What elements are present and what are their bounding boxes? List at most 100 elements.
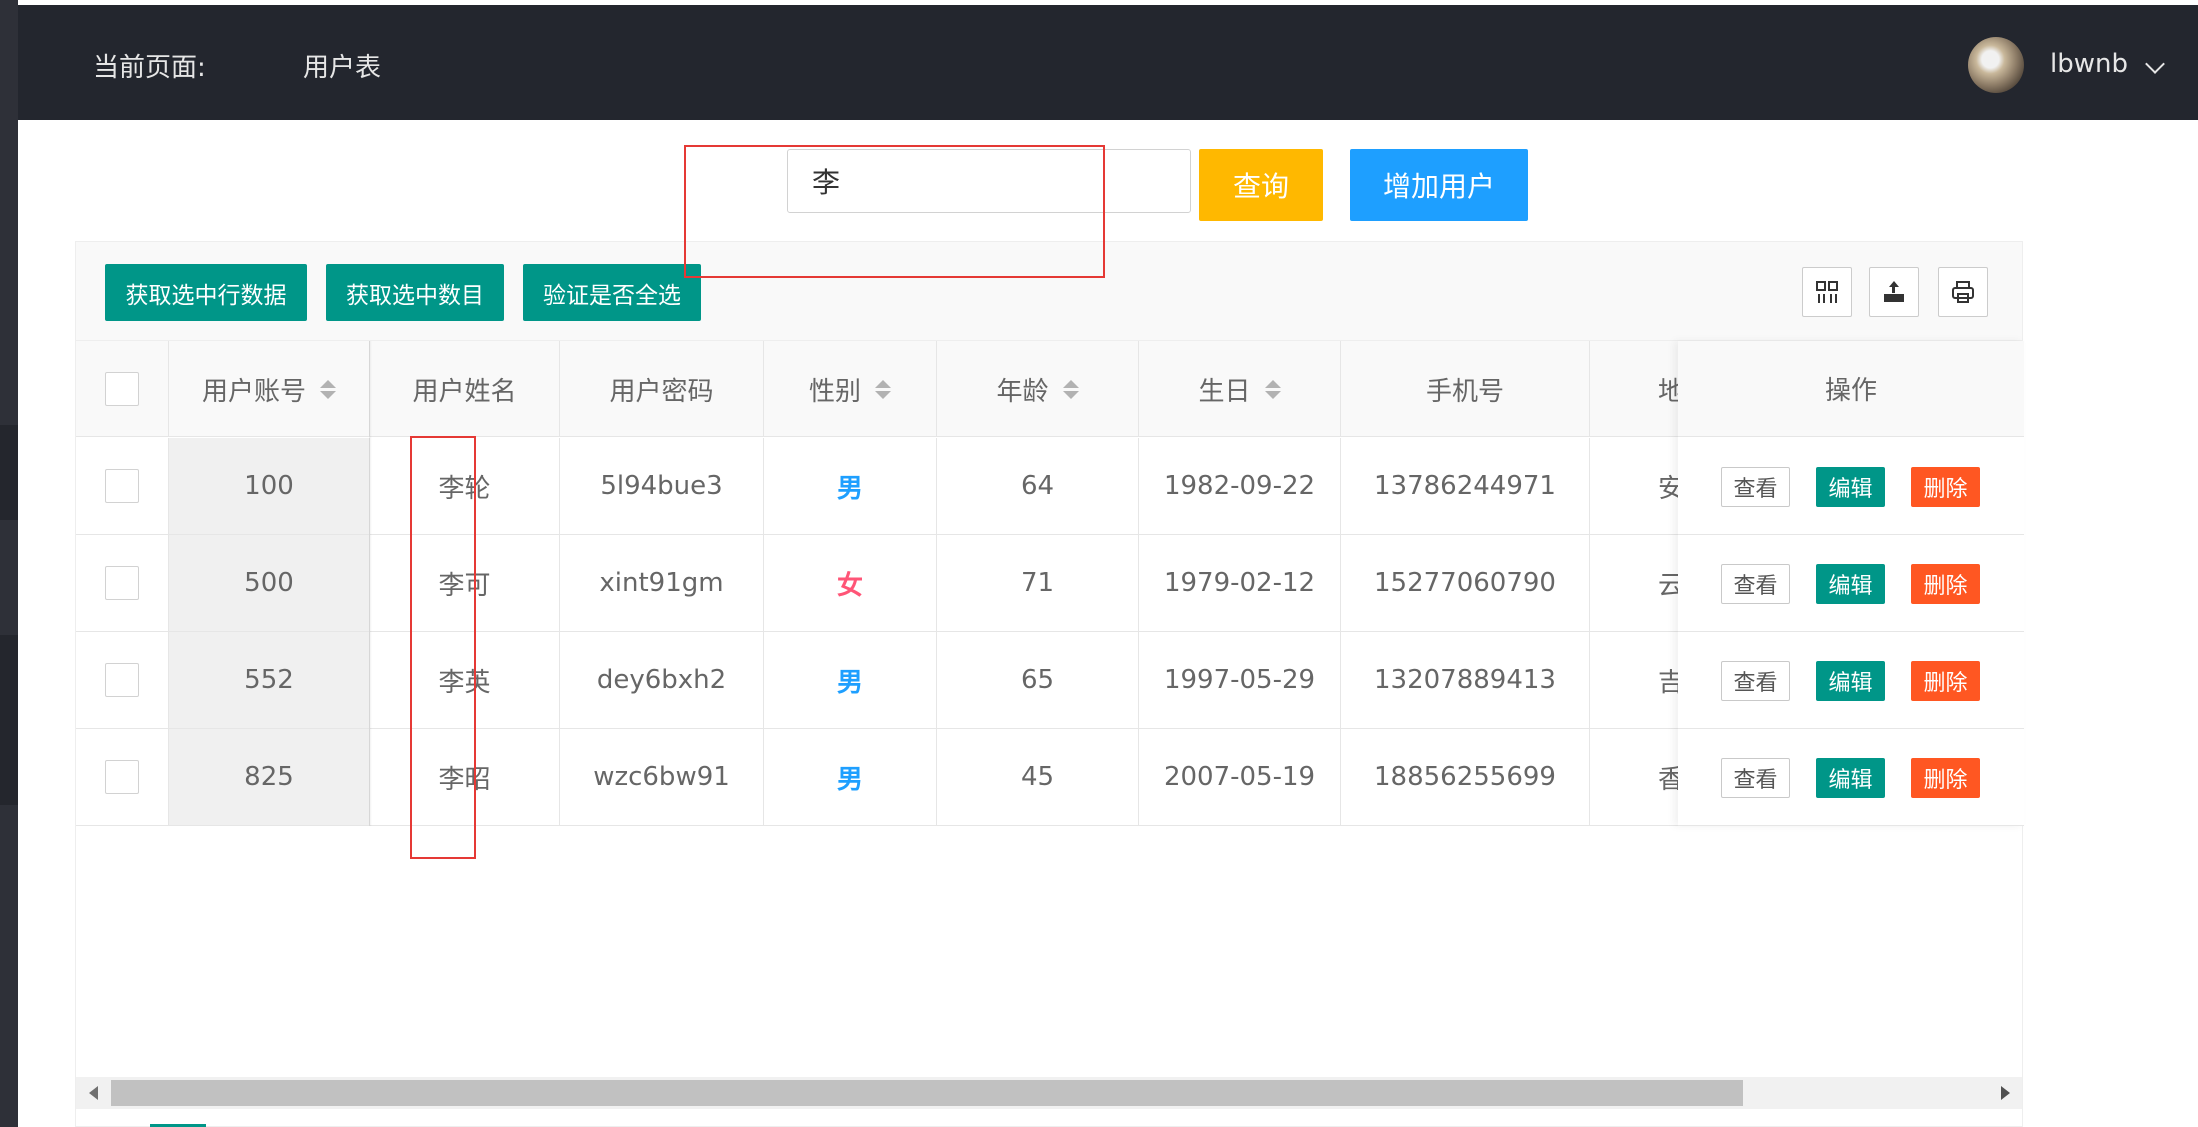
row-select-cell	[76, 632, 169, 728]
cell-password: 5l94bue3	[560, 438, 764, 534]
check-all-selected-button[interactable]: 验证是否全选	[523, 264, 701, 321]
sort-icon[interactable]	[875, 379, 891, 399]
get-selected-rows-button[interactable]: 获取选中行数据	[105, 264, 307, 321]
cell-birthday: 2007-05-19	[1139, 729, 1341, 825]
table-toolbar: 获取选中行数据 获取选中数目 验证是否全选	[76, 242, 2022, 341]
row-checkbox[interactable]	[105, 469, 139, 503]
cell-password: dey6bxh2	[560, 632, 764, 728]
fixed-actions-column: 操作 查看 编辑 删除 查看 编辑 删除 查看 编辑 删除 查看 编辑 删除	[1678, 341, 2024, 826]
cell-age: 64	[937, 438, 1139, 534]
column-header-phone: 手机号	[1341, 341, 1590, 437]
select-all-cell	[76, 341, 169, 437]
actions-cell: 查看 编辑 删除	[1678, 632, 2024, 729]
column-header-label: 手机号	[1425, 376, 1504, 407]
sidebar-shade	[0, 425, 18, 520]
column-header-label: 性别	[808, 376, 861, 407]
gender-label: 女	[836, 570, 863, 601]
gender-label: 男	[836, 473, 863, 504]
search-input[interactable]	[787, 149, 1191, 213]
cell-age: 45	[937, 729, 1139, 825]
fixed-column-shadow	[369, 341, 372, 826]
cell-account: 500	[169, 535, 370, 631]
sort-icon[interactable]	[1062, 379, 1079, 399]
column-header-age[interactable]: 年龄	[937, 341, 1139, 437]
cell-phone: 18856255699	[1341, 729, 1590, 825]
delete-button[interactable]: 删除	[1911, 467, 1980, 507]
cell-account: 825	[169, 729, 370, 825]
top-header: 当前页面: 用户表 lbwnb	[18, 5, 2198, 120]
column-header-label: 年龄	[996, 376, 1049, 407]
cell-account: 552	[169, 632, 370, 728]
cell-address: 云	[1658, 570, 1685, 601]
cell-address: 安	[1658, 473, 1685, 504]
export-icon[interactable]	[1869, 267, 1919, 317]
view-button[interactable]: 查看	[1721, 467, 1790, 507]
cell-gender: 男	[764, 729, 937, 825]
edit-button[interactable]: 编辑	[1816, 467, 1885, 507]
breadcrumb-current-page: 用户表	[303, 53, 382, 83]
column-header-password: 用户密码	[560, 341, 764, 437]
cell-birthday: 1982-09-22	[1139, 438, 1341, 534]
add-user-button[interactable]: 增加用户	[1350, 149, 1528, 221]
row-checkbox[interactable]	[105, 663, 139, 697]
cell-password: xint91gm	[560, 535, 764, 631]
avatar[interactable]	[1968, 37, 2024, 93]
cell-name: 李昭	[370, 729, 560, 825]
breadcrumb-label: 当前页面:	[93, 53, 206, 83]
cell-name: 李英	[370, 632, 560, 728]
cell-phone: 13207889413	[1341, 632, 1590, 728]
gender-label: 男	[836, 764, 863, 795]
column-header-name: 用户姓名	[370, 341, 560, 437]
view-button[interactable]: 查看	[1721, 758, 1790, 798]
edit-button[interactable]: 编辑	[1816, 564, 1885, 604]
edit-button[interactable]: 编辑	[1816, 758, 1885, 798]
column-header-birthday[interactable]: 生日	[1139, 341, 1341, 437]
scroll-left-icon[interactable]	[89, 1086, 98, 1100]
scroll-right-icon[interactable]	[2001, 1086, 2010, 1100]
cell-phone: 13786244971	[1341, 438, 1590, 534]
row-select-cell	[76, 535, 169, 631]
cell-gender: 女	[764, 535, 937, 631]
cell-gender: 男	[764, 438, 937, 534]
scrollbar-thumb[interactable]	[111, 1080, 1743, 1106]
column-header-label: 用户账号	[201, 376, 306, 407]
gender-label: 男	[836, 667, 863, 698]
column-header-account[interactable]: 用户账号	[169, 341, 370, 437]
user-menu-name[interactable]: lbwnb	[2050, 49, 2128, 79]
cell-phone: 15277060790	[1341, 535, 1590, 631]
get-selected-count-button[interactable]: 获取选中数目	[326, 264, 504, 321]
sort-icon[interactable]	[1264, 379, 1281, 399]
sidebar-shade	[0, 635, 18, 805]
row-checkbox[interactable]	[105, 566, 139, 600]
sidebar-edge	[0, 0, 18, 1127]
print-icon[interactable]	[1938, 267, 1988, 317]
query-button[interactable]: 查询	[1199, 149, 1323, 221]
sort-icon[interactable]	[320, 379, 336, 399]
actions-cell: 查看 编辑 删除	[1678, 438, 2024, 535]
view-button[interactable]: 查看	[1721, 661, 1790, 701]
horizontal-scrollbar[interactable]	[76, 1077, 2022, 1109]
delete-button[interactable]: 删除	[1911, 661, 1980, 701]
actions-cell: 查看 编辑 删除	[1678, 729, 2024, 826]
row-select-cell	[76, 729, 169, 825]
cell-birthday: 1979-02-12	[1139, 535, 1341, 631]
column-header-address: 地	[1590, 341, 1690, 437]
cell-gender: 男	[764, 632, 937, 728]
cell-address: 香	[1658, 764, 1685, 795]
delete-button[interactable]: 删除	[1911, 758, 1980, 798]
view-button[interactable]: 查看	[1721, 564, 1790, 604]
chevron-down-icon[interactable]	[2145, 54, 2165, 74]
cell-address: 吉	[1658, 667, 1685, 698]
column-header-gender[interactable]: 性别	[764, 341, 937, 437]
cell-password: wzc6bw91	[560, 729, 764, 825]
edit-button[interactable]: 编辑	[1816, 661, 1885, 701]
select-all-checkbox[interactable]	[105, 372, 139, 406]
cell-name: 李可	[370, 535, 560, 631]
delete-button[interactable]: 删除	[1911, 564, 1980, 604]
column-header-label: 用户姓名	[412, 376, 517, 407]
row-checkbox[interactable]	[105, 760, 139, 794]
actions-cell: 查看 编辑 删除	[1678, 535, 2024, 632]
cell-account: 100	[169, 438, 370, 534]
cell-birthday: 1997-05-29	[1139, 632, 1341, 728]
columns-filter-icon[interactable]	[1802, 267, 1852, 317]
